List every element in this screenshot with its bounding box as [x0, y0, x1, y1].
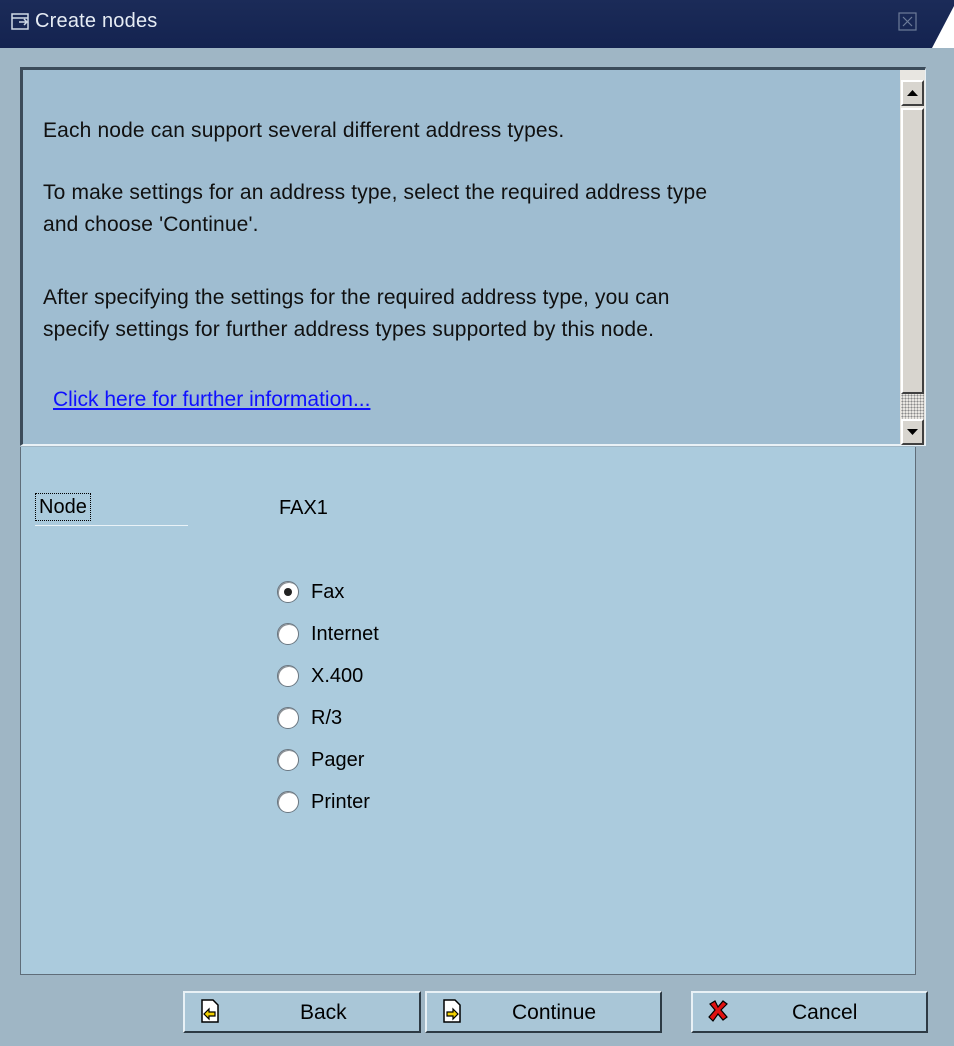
window-icon: [11, 13, 29, 30]
address-type-group: Node FAX1 Fax Internet X.400 R/3 Pager P…: [20, 447, 916, 975]
back-icon: [201, 999, 219, 1023]
info-line-3: and choose 'Continue'.: [43, 213, 259, 236]
radio-button-x400[interactable]: [277, 665, 299, 687]
back-button[interactable]: Back: [183, 991, 421, 1033]
info-text-panel: Each node can support several different …: [20, 67, 926, 446]
scroll-down-button[interactable]: [901, 419, 924, 445]
close-icon[interactable]: [898, 12, 918, 32]
radio-button-printer[interactable]: [277, 791, 299, 813]
window-title: Create nodes: [35, 10, 158, 32]
vertical-scrollbar[interactable]: [900, 70, 925, 445]
info-line-4: After specifying the settings for the re…: [43, 286, 670, 309]
continue-icon: [443, 999, 461, 1023]
arrow-down-icon: [907, 429, 918, 435]
radio-label-internet: Internet: [311, 622, 379, 645]
radio-fax[interactable]: Fax: [277, 577, 344, 607]
radio-x400[interactable]: X.400: [277, 661, 363, 691]
arrow-up-icon: [907, 90, 918, 96]
radio-r3[interactable]: R/3: [277, 703, 342, 733]
continue-button-label: Continue: [512, 1001, 597, 1024]
cancel-x-icon: [708, 1000, 728, 1022]
radio-printer[interactable]: Printer: [277, 787, 370, 817]
radio-label-fax: Fax: [311, 580, 345, 603]
radio-label-x400: X.400: [311, 664, 364, 687]
info-line-5: specify settings for further address typ…: [43, 318, 655, 341]
scroll-track[interactable]: [901, 394, 924, 419]
radio-label-r3: R/3: [311, 706, 343, 729]
node-label-underline: [35, 525, 188, 526]
scroll-up-button[interactable]: [901, 80, 924, 106]
cancel-button-label: Cancel: [792, 1001, 858, 1024]
info-line-1: Each node can support several different …: [43, 119, 565, 142]
radio-label-pager: Pager: [311, 748, 365, 771]
radio-pager[interactable]: Pager: [277, 745, 364, 775]
info-line-2: To make settings for an address type, se…: [43, 181, 708, 204]
scroll-thumb[interactable]: [901, 108, 924, 394]
radio-label-printer: Printer: [311, 790, 370, 813]
radio-button-fax[interactable]: [277, 581, 299, 603]
continue-button[interactable]: Continue: [425, 991, 662, 1033]
node-label: Node: [35, 493, 91, 521]
back-button-label: Back: [300, 1001, 347, 1024]
cancel-button[interactable]: Cancel: [691, 991, 928, 1033]
radio-internet[interactable]: Internet: [277, 619, 379, 649]
further-information-link[interactable]: Click here for further information...: [53, 388, 370, 412]
node-value: FAX1: [279, 497, 328, 519]
radio-button-internet[interactable]: [277, 623, 299, 645]
radio-button-pager[interactable]: [277, 749, 299, 771]
radio-button-r3[interactable]: [277, 707, 299, 729]
title-bar: Create nodes: [0, 0, 954, 48]
